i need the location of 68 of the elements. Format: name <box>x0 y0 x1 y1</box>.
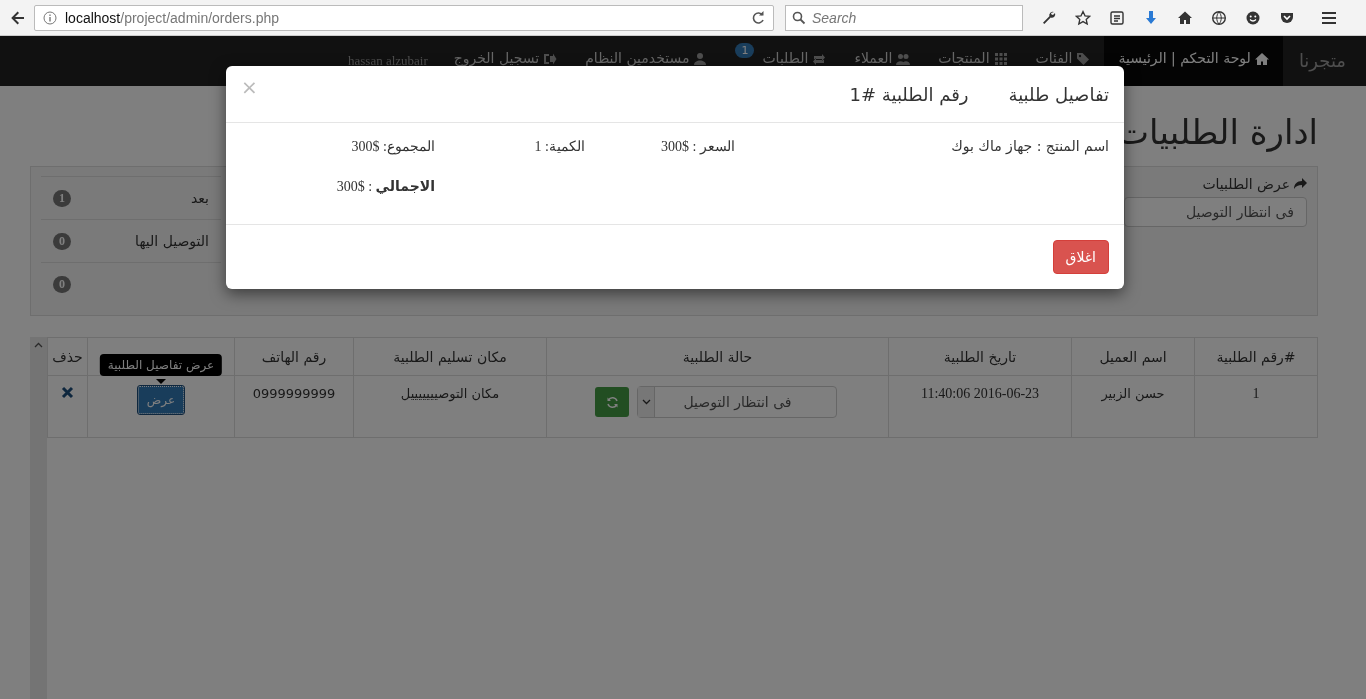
count-badge: 1 <box>53 189 71 207</box>
column-header: مكان تسليم الطلبية <box>353 337 547 376</box>
info-icon <box>43 10 57 25</box>
scroll-up-icon[interactable] <box>34 342 43 348</box>
table-cell: مكان التوصيييييييل <box>353 375 547 438</box>
view-button[interactable]: عرض <box>138 386 184 414</box>
globe-icon[interactable] <box>1211 9 1227 26</box>
column-header: اسم العميل <box>1071 337 1195 376</box>
count-badge: 1 <box>735 43 755 58</box>
count-badge: 0 <box>53 275 71 293</box>
users-icon <box>896 52 911 66</box>
reload-icon[interactable] <box>751 10 765 25</box>
table-cell: 1 <box>1194 375 1318 438</box>
tag-icon <box>1076 52 1091 66</box>
price-text: السعر : $300 <box>661 138 735 157</box>
close-icon[interactable] <box>61 386 74 399</box>
share-arrow-icon <box>1294 178 1307 190</box>
status-select[interactable]: فى انتظار التوصيل <box>1124 197 1307 227</box>
user-icon <box>693 52 708 66</box>
column-header: حذف <box>47 337 88 376</box>
wrench-icon[interactable] <box>1041 9 1057 26</box>
grid-icon <box>993 52 1008 66</box>
column-header: تاريخ الطلبية <box>888 337 1072 376</box>
download-icon[interactable] <box>1143 9 1159 26</box>
panel-heading: عرض الطلبيات <box>1202 176 1290 192</box>
page-title: ادارة الطلبيات <box>1117 111 1318 154</box>
list-item[interactable]: 0 <box>41 263 221 305</box>
dialog-title: تفاصيل طلبية <box>1008 83 1109 105</box>
close-dialog-button[interactable]: اغلاق <box>1052 240 1109 274</box>
count-badge: 0 <box>53 232 71 250</box>
quantity-text: الكمية: 1 <box>534 138 585 156</box>
table-cell: 0999999999 <box>234 375 354 438</box>
column-header: حالة الطلبية <box>546 337 889 376</box>
nav-link[interactable]: مستخدمين النظام <box>571 36 722 86</box>
close-button[interactable]: × <box>241 77 258 111</box>
table-cell: حسن الزبير <box>1071 375 1195 438</box>
refresh-icon <box>605 395 619 409</box>
swap-icon <box>812 52 827 66</box>
column-header: رقم الهاتف <box>234 337 354 376</box>
table-cell: 2016-06-23 11:40:06 <box>888 375 1072 438</box>
url-text: localhost/project/admin/orders.php <box>65 9 281 26</box>
user-name: hassan alzubair <box>347 53 429 69</box>
reader-icon[interactable] <box>1109 9 1125 26</box>
home-icon[interactable] <box>1177 9 1193 26</box>
list-item-label: بعد <box>191 190 209 206</box>
search-icon <box>792 10 806 25</box>
address-bar[interactable]: localhost/project/admin/orders.php <box>34 4 774 31</box>
nav-link[interactable]: العملاء <box>840 36 925 86</box>
column-header: #رقم الطلبية <box>1194 337 1318 376</box>
tooltip: عرض تفاصيل الطلبية <box>99 354 223 376</box>
nav-link[interactable]: الفئات <box>1021 36 1105 86</box>
nav-link[interactable]: تسجيل الخروج <box>439 36 572 86</box>
sign-out-icon <box>543 52 558 66</box>
home-icon <box>1254 52 1269 66</box>
list-item-label: التوصيل اليها <box>135 233 209 249</box>
caret-icon <box>641 399 651 405</box>
back-icon[interactable] <box>10 9 26 26</box>
order-number: رقم الطلبية #1 <box>849 83 969 105</box>
search-field[interactable]: Search <box>785 4 1023 31</box>
product-name: اسم المنتج : جهاز ماك بوك <box>951 138 1109 157</box>
subtotal-text: المجموع: $300 <box>351 138 435 157</box>
star-icon[interactable] <box>1075 9 1091 26</box>
scrollbar[interactable] <box>30 337 47 699</box>
status-select[interactable]: فى انتظار التوصيل <box>637 386 837 418</box>
menu-icon[interactable] <box>1321 9 1337 26</box>
nav-link[interactable]: المنتجات <box>924 36 1022 86</box>
nav-link[interactable]: لوحة التحكم | الرئيسية <box>1104 36 1283 86</box>
smiley-icon[interactable] <box>1245 9 1261 26</box>
